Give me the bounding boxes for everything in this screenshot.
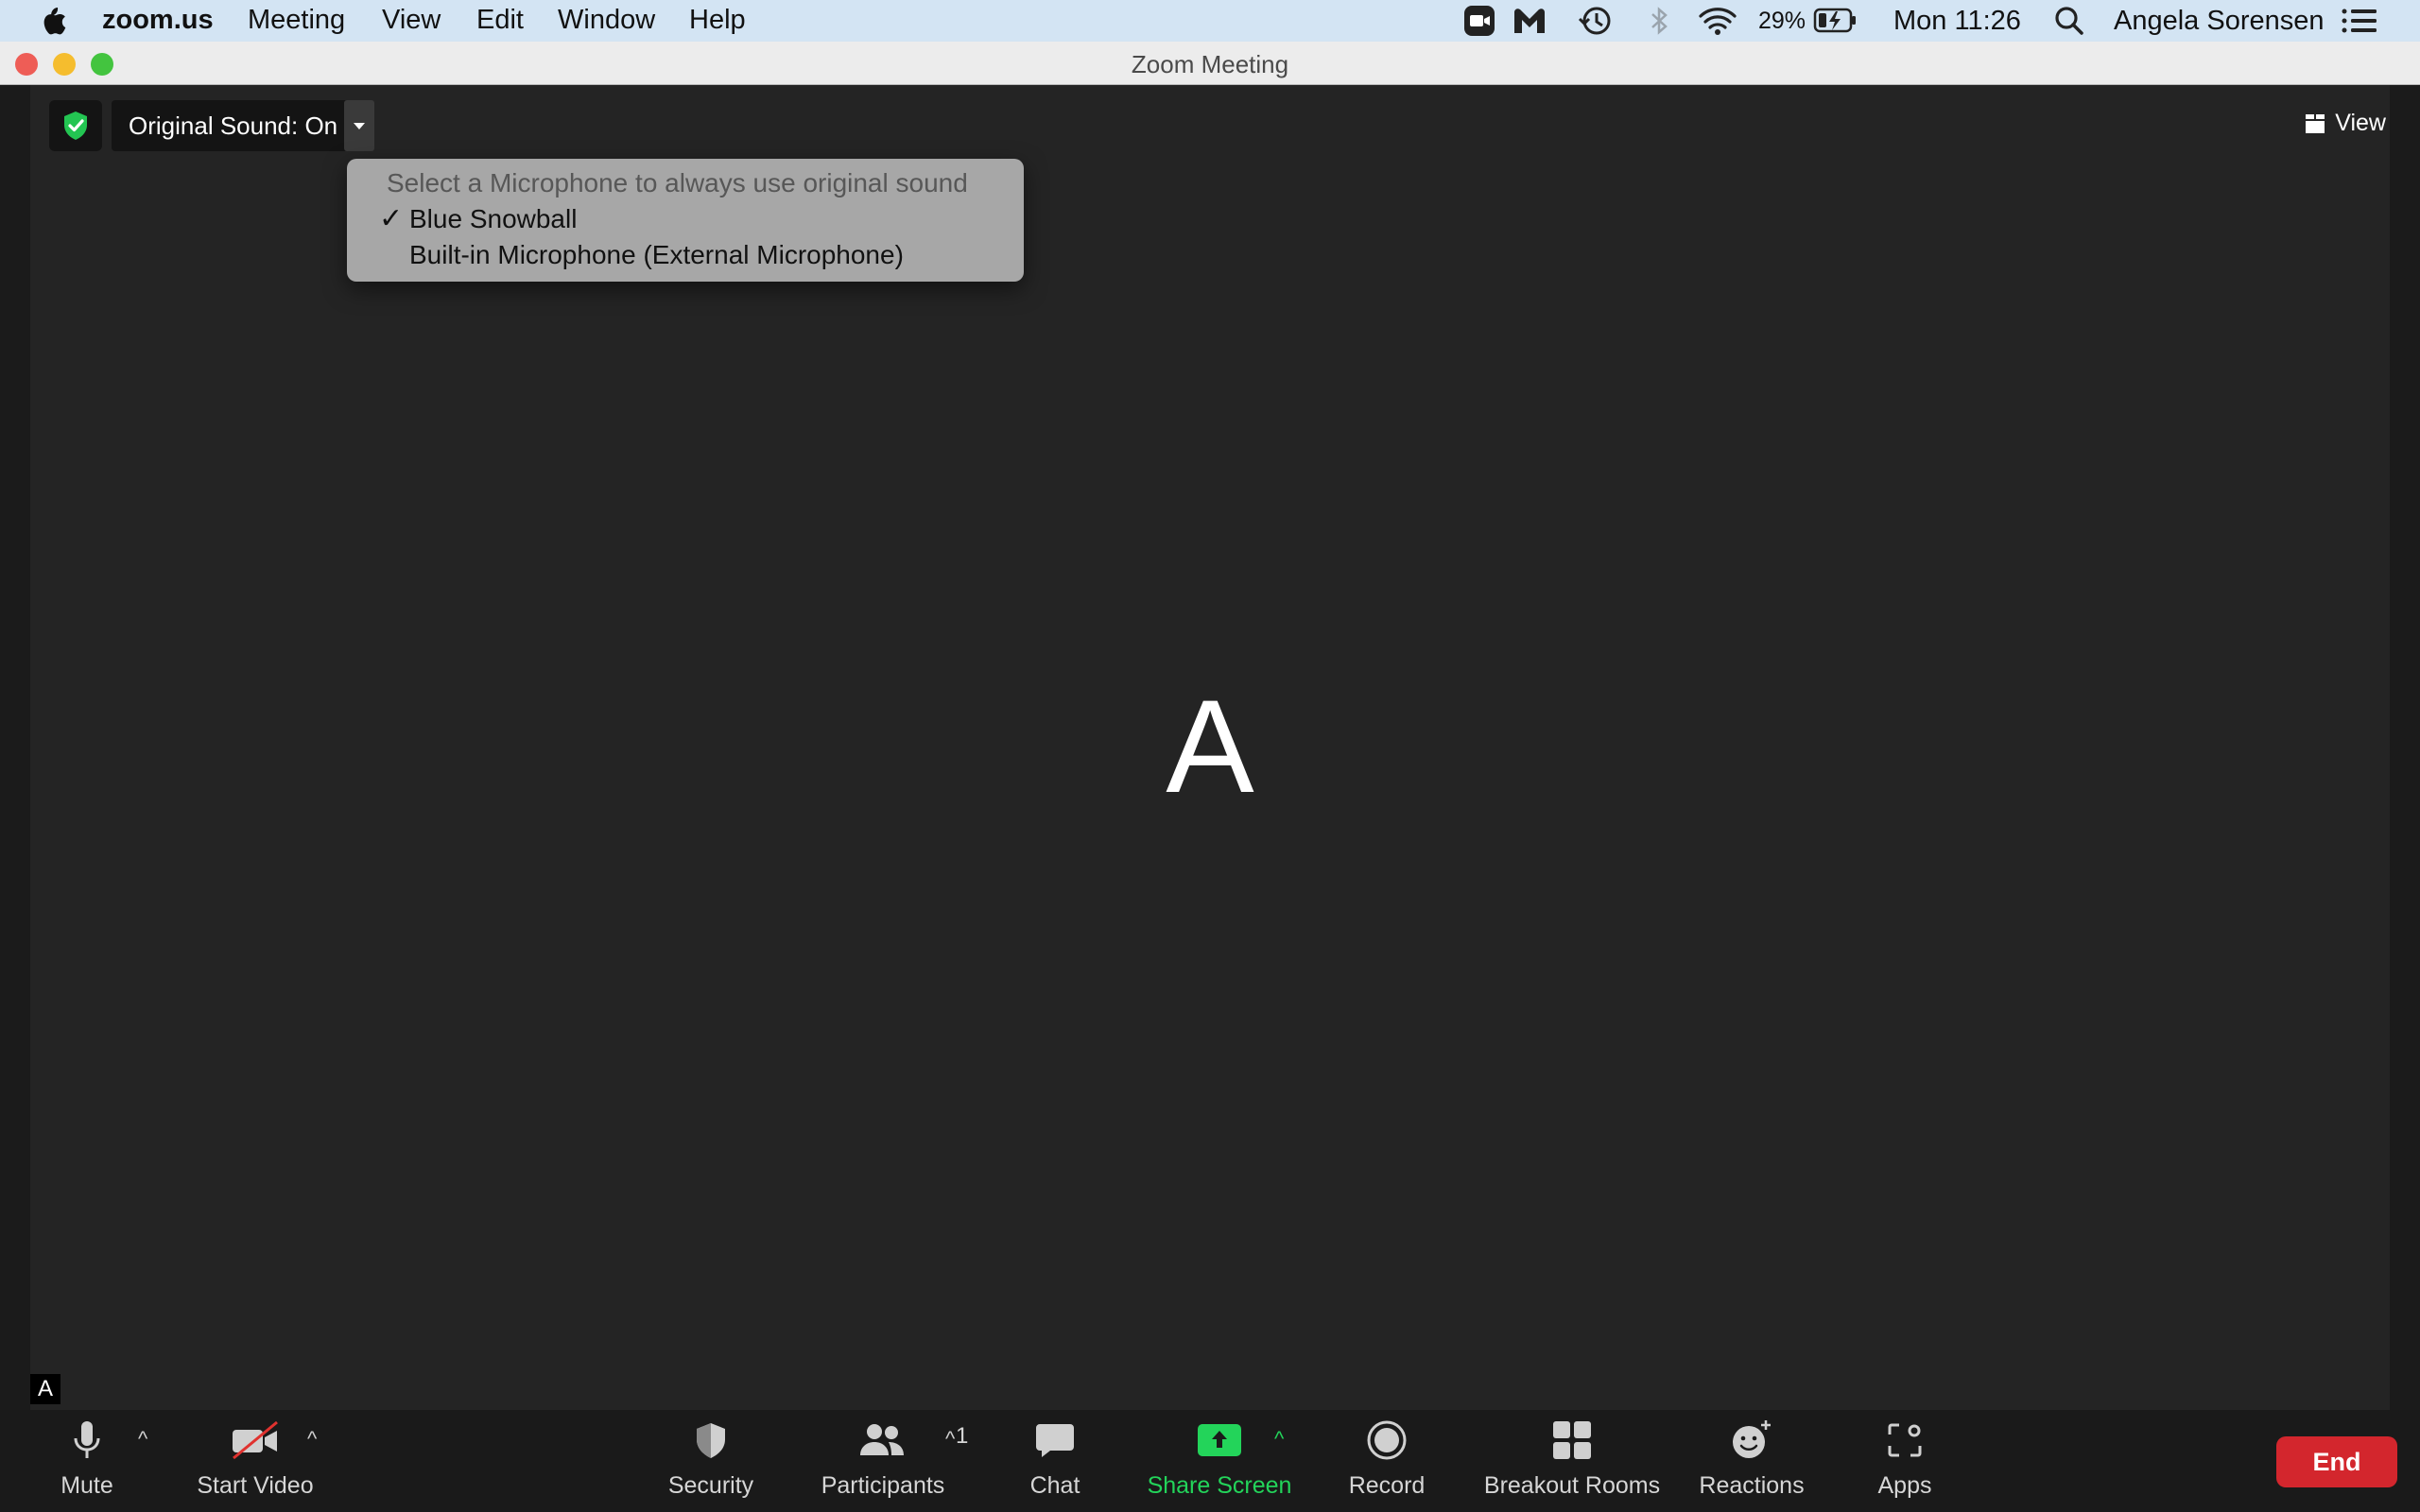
participants-options-caret-icon[interactable]: ^ [945,1427,955,1452]
encryption-shield-button[interactable] [49,100,102,151]
checkmark-icon: ✓ [379,203,404,234]
breakout-rooms-grid-icon [1553,1421,1591,1459]
participant-name-tag: A [30,1374,60,1404]
menubar-user-name[interactable]: Angela Sorensen [2114,2,2325,40]
start-video-button[interactable]: Start Video [189,1410,321,1512]
menu-window[interactable]: Window [558,5,655,36]
menu-meeting[interactable]: Meeting [248,5,345,36]
time-machine-icon[interactable] [1577,2,1615,40]
view-label: View [2335,110,2386,136]
participant-initial: A [1166,672,1254,820]
video-off-icon [233,1420,278,1460]
control-center-icon[interactable] [2341,2,2378,40]
record-label: Record [1348,1472,1426,1499]
apps-button[interactable]: Apps [1866,1410,1944,1512]
end-meeting-button[interactable]: End [2276,1436,2397,1487]
participants-button[interactable]: 1 Participants [817,1410,969,1512]
share-screen-arrow-icon [1198,1424,1241,1456]
battery-charging-icon[interactable] [1813,2,1858,40]
chat-bubble-icon [1036,1424,1074,1457]
zoom-status-icon[interactable] [1463,2,1495,40]
breakout-rooms-label: Breakout Rooms [1483,1472,1661,1499]
start-video-label: Start Video [197,1472,314,1499]
share-screen-button[interactable]: Share Screen [1144,1410,1295,1512]
menu-view[interactable]: View [382,5,441,36]
reactions-smiley-icon [1733,1420,1771,1458]
participants-label: Participants [821,1472,945,1499]
participants-icon [860,1424,904,1455]
breakout-rooms-button[interactable]: Breakout Rooms [1480,1410,1664,1512]
menu-edit[interactable]: Edit [476,5,524,36]
security-label: Security [667,1472,754,1499]
menu-help[interactable]: Help [689,5,746,36]
shield-check-icon [64,112,87,140]
bluetooth-icon[interactable] [1647,2,1671,40]
window-title-bar: Zoom Meeting [0,42,2420,85]
audio-options-caret-icon[interactable]: ^ [138,1427,147,1452]
mute-button[interactable]: Mute [47,1410,127,1512]
security-button[interactable]: Security [662,1410,760,1512]
mic-option-built-in[interactable]: Built-in Microphone (External Microphone… [409,240,904,270]
microphone-icon [74,1421,100,1458]
meeting-controls-toolbar: Mute ^ Start Video ^ Security 1 Particip… [0,1410,2420,1512]
record-button[interactable]: Record [1342,1410,1431,1512]
original-sound-toggle[interactable]: Original Sound: On [112,100,354,151]
wifi-icon[interactable] [1698,2,1737,40]
mute-label: Mute [60,1472,113,1499]
mic-option-blue-snowball[interactable]: Blue Snowball [409,204,577,234]
malwarebytes-icon[interactable] [1511,2,1548,40]
apps-icon [1888,1423,1922,1457]
apple-logo-icon[interactable] [36,4,68,38]
participant-count: 1 [956,1423,969,1449]
dropdown-header: Select a Microphone to always use origin… [387,168,968,198]
caret-down-icon [354,123,365,129]
menu-app-name[interactable]: zoom.us [102,5,214,36]
apps-label: Apps [1877,1472,1932,1499]
chat-label: Chat [1029,1472,1080,1499]
security-shield-icon [697,1423,725,1458]
microphone-dropdown-menu: Select a Microphone to always use origin… [347,159,1024,282]
video-options-caret-icon[interactable]: ^ [307,1427,317,1452]
chat-button[interactable]: Chat [1021,1410,1089,1512]
original-sound-dropdown-button[interactable] [344,100,374,151]
meeting-stage: Original Sound: On View A A [0,85,2420,1410]
record-icon [1367,1420,1407,1460]
reactions-button[interactable]: Reactions [1698,1410,1806,1512]
share-screen-label: Share Screen [1147,1472,1292,1499]
view-layout-button[interactable]: View [2305,110,2386,137]
window-title: Zoom Meeting [1131,50,1289,78]
share-options-caret-icon[interactable]: ^ [1274,1427,1284,1452]
reactions-label: Reactions [1699,1472,1805,1499]
menubar-clock[interactable]: Mon 11:26 [1893,2,2021,40]
grid-view-icon [2306,113,2325,133]
spotlight-search-icon[interactable] [2053,2,2085,40]
battery-percent: 29% [1758,7,1806,34]
macos-menu-bar: zoom.us Meeting View Edit Window Help 29… [0,0,2420,42]
